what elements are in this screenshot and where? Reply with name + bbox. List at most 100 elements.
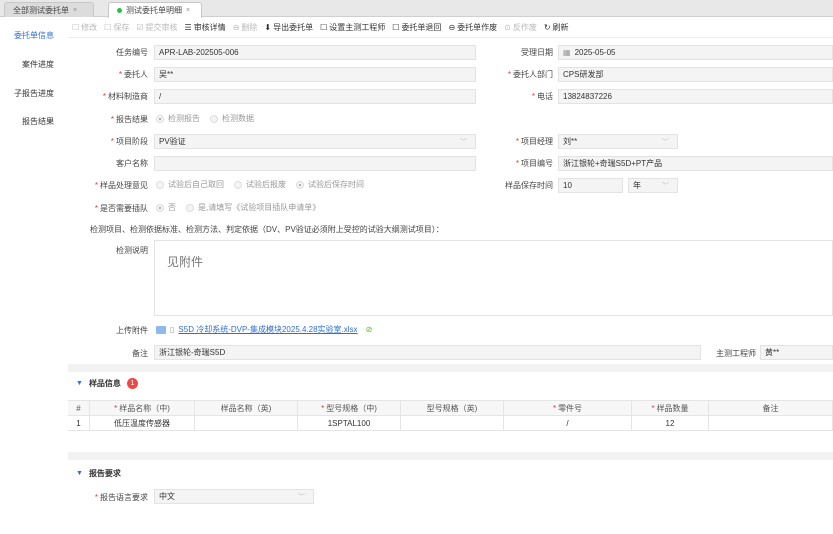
toolbar-label: 修改 <box>81 23 98 32</box>
sample-keep-unit-select[interactable]: 年 ﹀ <box>628 178 678 193</box>
void-order-button[interactable]: ⊖ 委托单作废 <box>448 22 497 33</box>
client-dept-field[interactable]: CPS研发部 <box>558 67 833 82</box>
return-order-button[interactable]: ☐ 委托单退回 <box>392 22 441 33</box>
table-cell[interactable]: 12 <box>632 416 709 431</box>
phone-field[interactable]: 13824837226 <box>558 89 833 104</box>
table-header-row: # * 样品名称（中) 样品名称（英) * 型号规格（中) 型号规格（英) * 零件号 * 样品数量… <box>68 401 833 416</box>
close-icon[interactable]: × <box>73 7 77 14</box>
edit-button[interactable]: ☐ 修改 <box>72 22 97 33</box>
check-circle-icon: ⊘ <box>365 325 373 334</box>
table-cell[interactable]: / <box>504 416 632 431</box>
sample-keep-field[interactable]: 10 <box>558 178 623 193</box>
nav-report-result[interactable]: 报告结果 <box>22 116 54 127</box>
nav-subreport-progress[interactable]: 子报告进度 <box>14 88 54 99</box>
project-stage-select[interactable]: PV验证 ﹀ <box>154 134 476 149</box>
report-lang-select[interactable]: 中文 ﹀ <box>154 489 314 504</box>
engineer-label: 主测工程师 <box>716 349 756 358</box>
radio-self-retrieve[interactable]: 试验后自己取回 <box>156 179 224 190</box>
table-cell[interactable] <box>195 416 298 431</box>
task-no-field[interactable]: APR-LAB-202505-006 <box>154 45 476 60</box>
toolbar-label: 保存 <box>113 23 130 32</box>
radio-dot-icon <box>156 203 164 212</box>
save-button[interactable]: ☐ 保存 <box>104 22 129 33</box>
toolbar-label: 委托单作废 <box>457 23 498 32</box>
sample-count-badge: 1 <box>126 377 138 389</box>
project-no-field[interactable]: 浙江银轮+奇瑞S5D+PT产品 <box>558 156 833 171</box>
table-header-cell: 备注 <box>709 401 833 416</box>
customer-label: 客户名称 <box>116 159 148 168</box>
sample-section-header[interactable]: ▼ 样品信息 1 <box>68 374 833 392</box>
radio-dot-icon <box>296 180 304 189</box>
remark-field[interactable]: 浙江银轮-奇瑞S5D <box>154 345 701 360</box>
tab-bar: 全部测试委托单 × 测试委托单明细 × <box>0 0 833 18</box>
table-header-cell: 型号规格（英) <box>401 401 504 416</box>
table-header-cell: * 样品名称（中) <box>90 401 195 416</box>
radio-insert-no[interactable]: 否 <box>156 202 176 213</box>
toolbar-label: 导出委托单 <box>273 23 314 32</box>
task-no-label: 任务编号 <box>116 48 148 57</box>
unvoid-button[interactable]: ⊙ 反作废 <box>504 22 537 33</box>
folder-icon[interactable] <box>156 325 166 334</box>
toolbar-label: 删除 <box>241 23 258 32</box>
radio-insert-yes[interactable]: 是,请填写《试验项目插队申请单》 <box>186 202 320 213</box>
collapse-triangle-icon[interactable]: ▼ <box>76 470 83 477</box>
chevron-down-icon: ﹀ <box>460 139 467 146</box>
chevron-down-icon: ﹀ <box>662 139 669 146</box>
chevron-down-icon: ﹀ <box>298 494 305 501</box>
report-section-title: 报告要求 <box>88 468 121 478</box>
calendar-icon: ▦ <box>563 48 571 57</box>
submit-review-button[interactable]: ☑ 提交审核 <box>136 22 177 33</box>
table-cell[interactable] <box>401 416 504 431</box>
table-header-cell: 样品名称（英) <box>195 401 298 416</box>
collapse-triangle-icon[interactable]: ▼ <box>76 380 83 387</box>
project-mgr-select[interactable]: 刘** ﹀ <box>558 134 678 149</box>
radio-scrap[interactable]: 试验后报废 <box>234 179 286 190</box>
radio-test-data[interactable]: 检测数据 <box>210 113 254 124</box>
table-header-cell: * 型号规格（中) <box>298 401 401 416</box>
client-field[interactable]: 吴** <box>154 67 476 82</box>
test-items-note: 检测项目、检测依据标准、检测方法、判定依据（DV、PV验证必须附上受控的试验大纲… <box>90 225 444 234</box>
table-cell[interactable]: 1SPTAL100 <box>298 416 401 431</box>
table-cell[interactable] <box>709 416 833 431</box>
test-desc-text: 见附件 <box>167 255 204 269</box>
toolbar-label: 反作废 <box>512 23 537 32</box>
tab-all-orders[interactable]: 全部测试委托单 × <box>4 2 94 17</box>
report-section-header[interactable]: ▼ 报告要求 <box>68 464 833 482</box>
engineer-field[interactable]: 黄** <box>760 345 833 360</box>
table-row[interactable]: 1 低压温度传感器 1SPTAL100 /12 <box>68 416 833 431</box>
void-order-icon: ⊖ <box>448 23 456 32</box>
tab-order-detail[interactable]: 测试委托单明细 × <box>108 2 202 18</box>
close-icon[interactable]: × <box>186 7 190 14</box>
nav-case-progress[interactable]: 案件进度 <box>22 59 54 70</box>
review-detail-icon: ☰ <box>184 23 192 32</box>
radio-keep-time[interactable]: 试验后保存时间 <box>296 179 364 190</box>
export-order-button[interactable]: ⬇ 导出委托单 <box>264 22 313 33</box>
toolbar-label: 刷新 <box>552 23 569 32</box>
phone-label: * 电话 <box>531 92 553 101</box>
submit-review-icon: ☑ <box>136 23 144 32</box>
report-lang-label: * 报告语言要求 <box>94 493 148 502</box>
customer-field[interactable] <box>154 156 476 171</box>
material-mfr-field[interactable]: / <box>154 89 476 104</box>
radio-test-report[interactable]: 检测报告 <box>156 113 200 124</box>
delete-button[interactable]: ⊖ 删除 <box>233 22 258 33</box>
toolbar: ☐ 修改 ☐ 保存 ☑ 提交审核 ☰ 审核详情 ⊖ 删除 ⬇ 导出委托单 ☐ 设置主测工程师 ☐ 委托单退回 ⊖… <box>68 18 833 38</box>
nav-order-info[interactable]: 委托单信息 <box>14 30 54 41</box>
test-desc-textarea[interactable]: 见附件 <box>154 240 833 316</box>
insert-radios: 否 是,请填写《试验项目插队申请单》 <box>156 202 320 213</box>
upload-file-link[interactable]: S5D 冷却系统-DVP-集成模块2025.4.28实验室.xlsx <box>178 324 357 335</box>
review-detail-button[interactable]: ☰ 审核详情 <box>185 22 226 33</box>
radio-dot-icon <box>156 114 164 123</box>
project-stage-label: * 项目阶段 <box>110 137 148 146</box>
table-cell[interactable]: 低压温度传感器 <box>90 416 195 431</box>
refresh-button[interactable]: ↻ 刷新 <box>544 22 569 33</box>
radio-dot-icon <box>210 114 218 123</box>
sample-handle-radios: 试验后自己取回 试验后报废 试验后保存时间 <box>156 179 364 190</box>
upload-label: 上传附件 <box>116 326 148 335</box>
set-engineer-button[interactable]: ☐ 设置主测工程师 <box>320 22 385 33</box>
table-cell[interactable]: 1 <box>68 416 90 431</box>
accept-date-field[interactable]: ▦ 2025-05-05 <box>558 45 833 60</box>
section-divider <box>68 364 833 372</box>
report-result-radios: 检测报告 检测数据 <box>156 113 254 124</box>
remark-label: 备注 <box>132 349 148 358</box>
